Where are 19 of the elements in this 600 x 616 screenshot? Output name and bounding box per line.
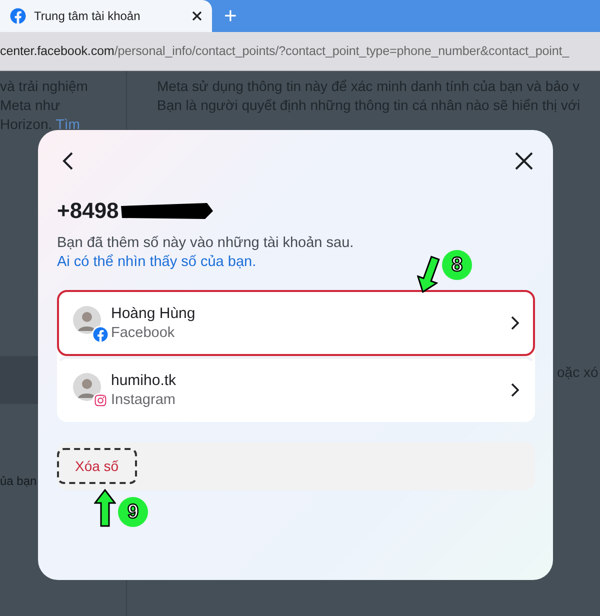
visibility-link[interactable]: Ai có thể nhìn thấy số của bạn. xyxy=(57,254,256,270)
account-name: Hoàng Hùng xyxy=(111,305,196,322)
account-row[interactable]: humiho.tk Instagram xyxy=(57,356,535,422)
chevron-icon xyxy=(511,382,519,396)
account-platform: Instagram xyxy=(111,392,176,408)
account-platform: Facebook xyxy=(111,325,176,341)
account-name: humiho.tk xyxy=(111,372,178,388)
chevron-icon xyxy=(511,316,519,330)
browser-tab[interactable]: Trung tâm tài khoản xyxy=(0,0,212,32)
account-row[interactable]: Hoàng Hùng Facebook xyxy=(57,290,535,356)
facebook-icon xyxy=(92,326,108,342)
phone-number: +8498 xyxy=(57,198,119,224)
close-button[interactable] xyxy=(513,150,535,172)
description-text: Bạn đã thêm số này vào những tài khoản sau. Ai có thể nhìn thấy số của bạn. xyxy=(57,234,354,272)
close-icon[interactable] xyxy=(192,11,202,21)
instagram-icon xyxy=(94,394,106,407)
page-text: ủa bạn xyxy=(0,474,37,488)
facebook-icon xyxy=(10,8,26,24)
delete-button[interactable]: Xóa số xyxy=(57,448,137,484)
